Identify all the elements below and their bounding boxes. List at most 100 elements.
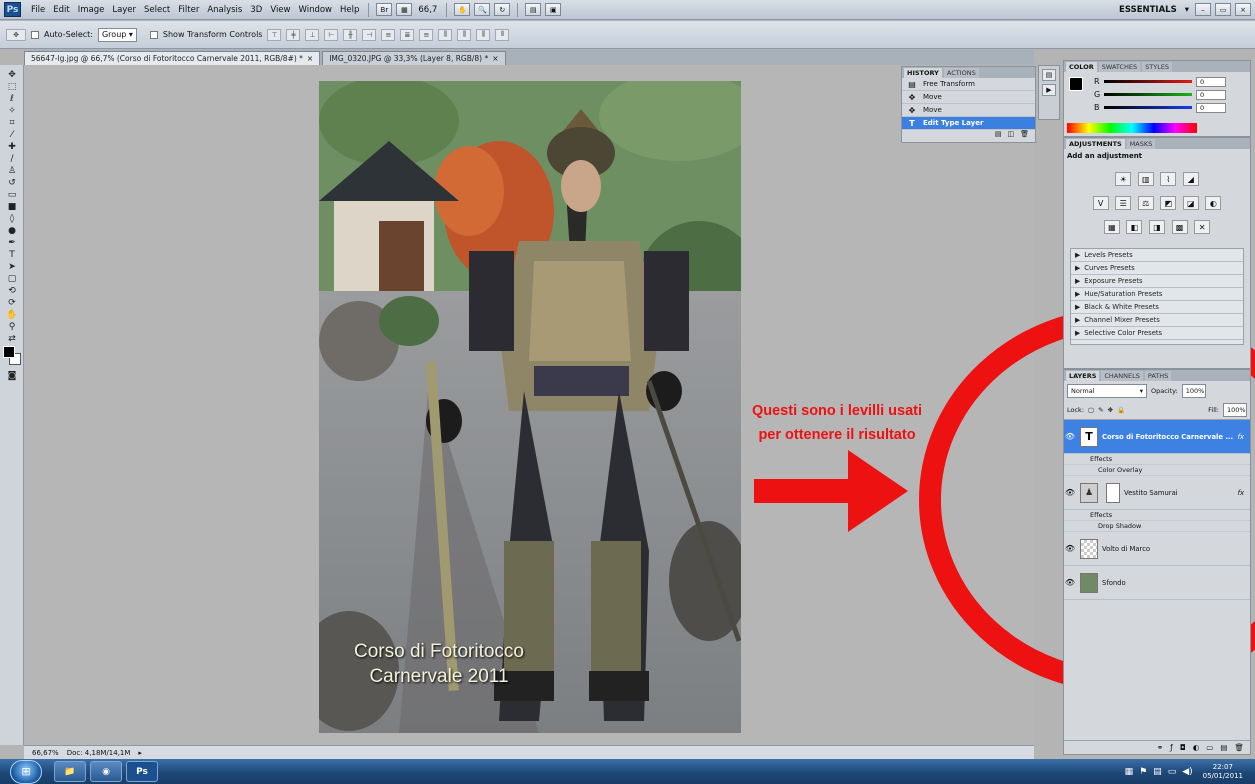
menu-layer[interactable]: Layer: [108, 5, 140, 15]
arrange-documents-icon[interactable]: ▤: [525, 3, 542, 16]
blur-tool-icon[interactable]: ◊: [3, 213, 21, 224]
effects-row[interactable]: Effects: [1064, 510, 1250, 521]
effect-item[interactable]: Color Overlay: [1064, 465, 1250, 476]
layer-row-text[interactable]: 👁 T Corso di Fotoritocco Carnervale ... …: [1064, 420, 1250, 454]
auto-select-dropdown[interactable]: Group ▾: [97, 27, 137, 42]
new-group-icon[interactable]: ▭: [1206, 743, 1213, 752]
healing-brush-tool-icon[interactable]: ✚: [3, 141, 21, 152]
dodge-tool-icon[interactable]: ●: [3, 225, 21, 236]
photoshop-taskbar-icon[interactable]: Ps: [126, 761, 158, 782]
new-snapshot-icon[interactable]: ◫: [1007, 130, 1014, 140]
marquee-tool-icon[interactable]: ⬚: [3, 81, 21, 92]
tab-document-1[interactable]: 56647-lg.jpg @ 66,7% (Corso di Fotoritoc…: [24, 51, 321, 65]
screen-mode-icon[interactable]: ▣: [545, 3, 562, 16]
selective-color-icon[interactable]: ✕: [1194, 220, 1211, 234]
clock[interactable]: 22:07 05/01/2011: [1203, 763, 1243, 781]
preset-item[interactable]: ▶ Channel Mixer Presets: [1071, 314, 1243, 327]
menu-3d[interactable]: 3D: [246, 5, 266, 15]
workspace-switcher[interactable]: ESSENTIALS: [1115, 5, 1181, 15]
align-left-icon[interactable]: ⊢: [324, 28, 339, 41]
black-white-icon[interactable]: ◩: [1160, 196, 1177, 210]
layer-row-vestito[interactable]: 👁 ♟ Vestito Samurai fx: [1064, 476, 1250, 510]
history-state-2[interactable]: ✥ Move: [902, 91, 1035, 104]
link-layers-icon[interactable]: ⚭: [1157, 743, 1163, 752]
preset-item[interactable]: ▶ Black & White Presets: [1071, 301, 1243, 314]
minimize-icon[interactable]: –: [1195, 3, 1211, 16]
align-right-icon[interactable]: ⊣: [362, 28, 377, 41]
bridge-icon[interactable]: Br: [376, 3, 393, 16]
menu-image[interactable]: Image: [74, 5, 109, 15]
history-panel-icon[interactable]: ▤: [1042, 69, 1056, 81]
fx-icon[interactable]: fx: [1238, 489, 1250, 497]
distribute-left-icon[interactable]: ⫼: [438, 28, 453, 41]
start-button[interactable]: ⊞: [10, 759, 42, 784]
preset-item[interactable]: ▶ Hue/Saturation Presets: [1071, 288, 1243, 301]
lock-position-icon[interactable]: ✥: [1108, 406, 1113, 414]
zoom-readout[interactable]: 66,67%: [32, 749, 59, 757]
preset-item[interactable]: ▶ Curves Presets: [1071, 262, 1243, 275]
preset-item[interactable]: ▶ Selective Color Presets: [1071, 327, 1243, 340]
rotate-view-icon[interactable]: ↻: [494, 3, 511, 16]
brush-tool-icon[interactable]: /: [3, 153, 21, 164]
vibrance-icon[interactable]: V: [1092, 196, 1109, 210]
lasso-tool-icon[interactable]: ℓ: [3, 93, 21, 104]
swap-colors-icon[interactable]: ⇄: [3, 333, 21, 344]
view-extras-icon[interactable]: ▦: [396, 3, 413, 16]
eye-icon[interactable]: 👁: [1064, 578, 1076, 587]
zoom-tool-icon[interactable]: 🔍: [474, 3, 491, 16]
layer-style-icon[interactable]: ƒ: [1170, 743, 1173, 752]
tab-styles[interactable]: STYLES: [1142, 61, 1173, 72]
red-value-field[interactable]: 0: [1196, 76, 1226, 87]
distribute-middle-icon[interactable]: ≣: [400, 28, 415, 41]
preset-item[interactable]: ▶ Exposure Presets: [1071, 275, 1243, 288]
menu-analysis[interactable]: Analysis: [203, 5, 246, 15]
lock-transparency-icon[interactable]: ▢: [1088, 406, 1094, 414]
tab-adjustments[interactable]: ADJUSTMENTS: [1066, 138, 1125, 149]
invert-icon[interactable]: ▦: [1103, 220, 1120, 234]
distribute-bottom-icon[interactable]: ≡: [419, 28, 434, 41]
status-menu-icon[interactable]: ▸: [138, 749, 142, 757]
network-icon[interactable]: ▤: [1153, 767, 1162, 777]
distribute-top-icon[interactable]: ≡: [381, 28, 396, 41]
clone-stamp-tool-icon[interactable]: ♙: [3, 165, 21, 176]
tab-layers[interactable]: LAYERS: [1066, 370, 1100, 381]
photoshop-logo[interactable]: Ps: [4, 2, 21, 17]
history-brush-tool-icon[interactable]: ↺: [3, 177, 21, 188]
menu-view[interactable]: View: [266, 5, 294, 15]
close-icon[interactable]: ×: [1235, 3, 1251, 16]
green-value-field[interactable]: 0: [1196, 89, 1226, 100]
history-state-3[interactable]: ✥ Move: [902, 104, 1035, 117]
actions-panel-icon[interactable]: ▶: [1042, 84, 1056, 96]
channel-mixer-icon[interactable]: ◐: [1205, 196, 1222, 210]
type-tool-icon[interactable]: T: [3, 249, 21, 260]
lock-all-icon[interactable]: 🔒: [1117, 406, 1125, 414]
eraser-tool-icon[interactable]: ▭: [3, 189, 21, 200]
color-spectrum-ramp[interactable]: [1067, 123, 1197, 133]
threshold-icon[interactable]: ◨: [1149, 220, 1165, 234]
preset-item[interactable]: ▶ Levels Presets: [1071, 249, 1243, 262]
green-slider[interactable]: [1104, 93, 1192, 96]
menu-file[interactable]: File: [27, 5, 49, 15]
trash-icon[interactable]: 🗑: [1234, 743, 1244, 752]
firefox-taskbar-icon[interactable]: ◉: [90, 761, 122, 782]
zoom-level-dropdown[interactable]: 66,7: [414, 5, 441, 15]
restore-icon[interactable]: ▭: [1215, 3, 1231, 16]
fx-icon[interactable]: fx: [1238, 433, 1250, 441]
3d-rotate-tool-icon[interactable]: ⟲: [3, 285, 21, 296]
tab-paths[interactable]: PATHS: [1144, 370, 1172, 381]
color-swatches[interactable]: [3, 346, 21, 368]
crop-tool-icon[interactable]: ⌗: [3, 117, 21, 128]
opacity-field[interactable]: 100%: [1181, 384, 1206, 398]
tab-actions[interactable]: ACTIONS: [943, 67, 979, 78]
tab-masks[interactable]: MASKS: [1126, 138, 1156, 149]
fill-field[interactable]: 100%: [1223, 403, 1247, 417]
menu-help[interactable]: Help: [336, 5, 363, 15]
foreground-color-swatch[interactable]: [3, 346, 15, 358]
eye-icon[interactable]: 👁: [1064, 432, 1076, 441]
red-slider[interactable]: [1104, 80, 1192, 83]
align-bottom-icon[interactable]: ⊥: [305, 28, 320, 41]
show-transform-checkbox[interactable]: [149, 30, 158, 39]
layer-row-sfondo[interactable]: 👁 Sfondo: [1064, 566, 1250, 600]
blend-mode-dropdown[interactable]: Normal ▾: [1067, 384, 1147, 398]
pen-tool-icon[interactable]: ✒: [3, 237, 21, 248]
